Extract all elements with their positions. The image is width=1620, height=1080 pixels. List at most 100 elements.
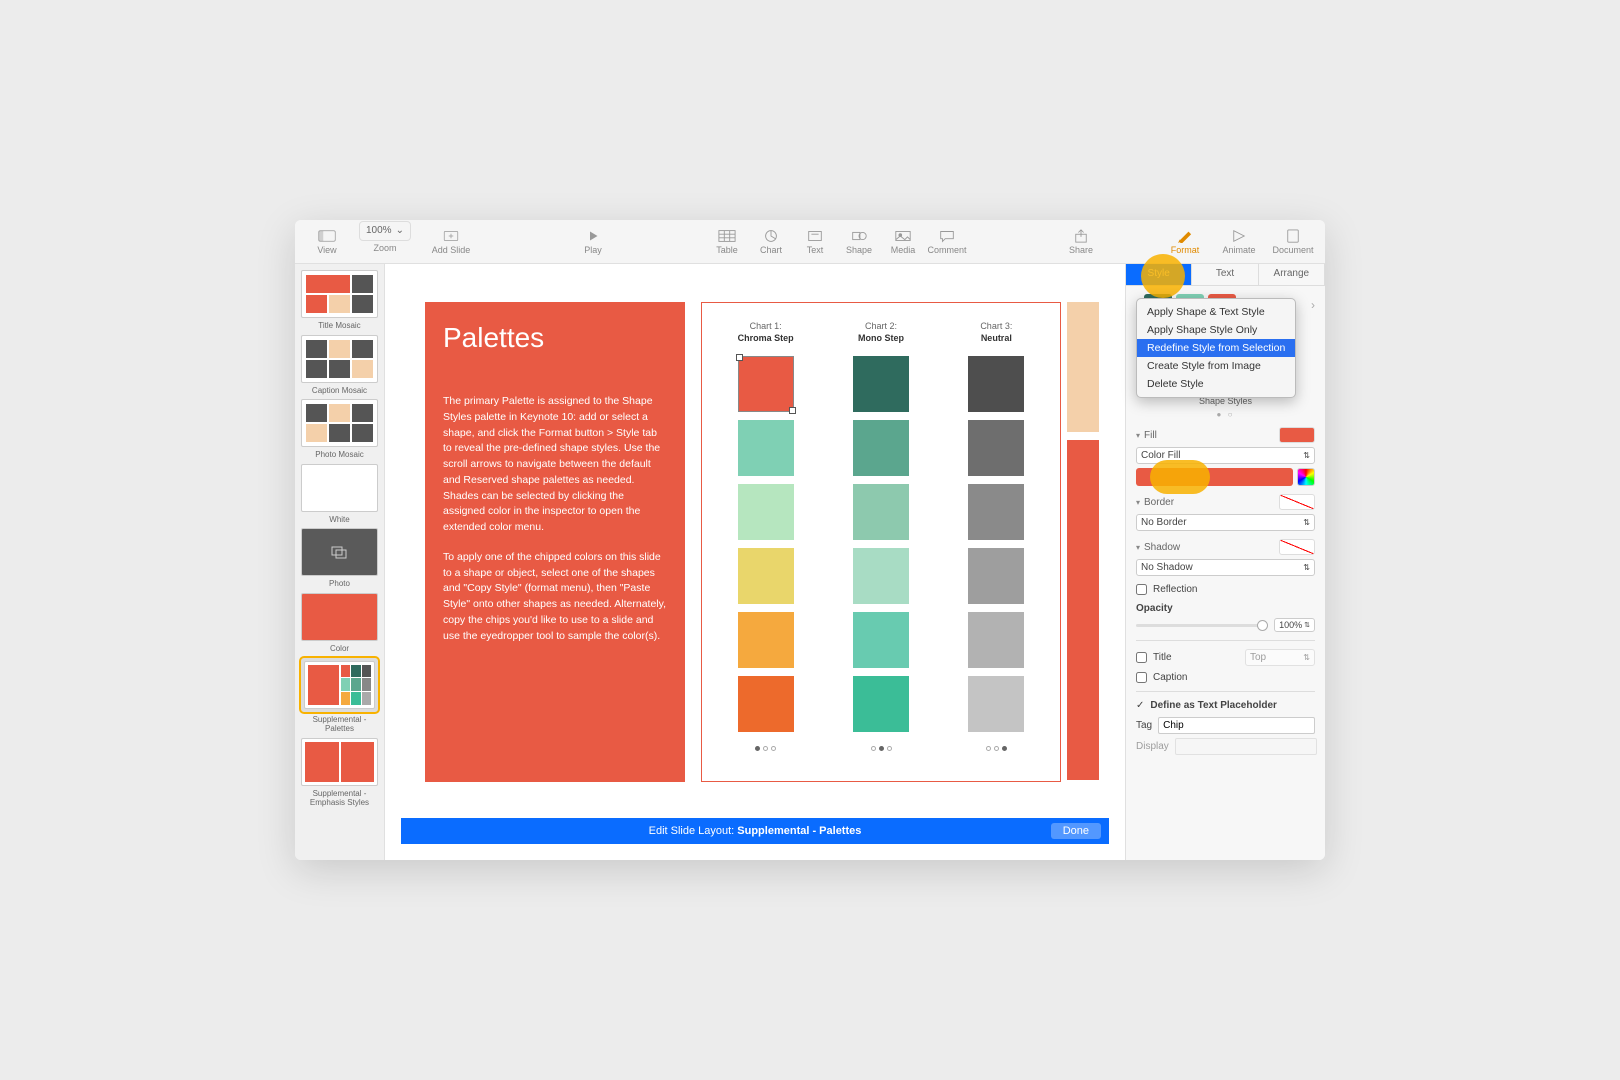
color-chip[interactable] <box>968 612 1024 668</box>
opacity-value-field[interactable]: 100%⇅ <box>1274 618 1315 632</box>
play-button[interactable]: Play <box>571 222 615 262</box>
reflection-checkbox[interactable] <box>1136 584 1147 595</box>
chart-header: Chart 3:Neutral <box>980 321 1012 344</box>
title-label: Title <box>1153 652 1172 663</box>
slide-thumb-title-mosaic[interactable]: Title Mosaic <box>301 270 378 331</box>
color-chip[interactable] <box>853 612 909 668</box>
chart-header: Chart 2:Mono Step <box>858 321 904 344</box>
slide-thumb-color[interactable]: Color <box>301 593 378 654</box>
tab-text[interactable]: Text <box>1192 264 1258 285</box>
table-button[interactable]: Table <box>705 222 749 262</box>
shadow-label: Shadow <box>1136 542 1180 553</box>
styles-next-arrow[interactable]: › <box>1311 298 1315 312</box>
shape-button[interactable]: Shape <box>837 222 881 262</box>
palette-chip-area: Chart 1:Chroma StepChart 2:Mono StepChar… <box>701 302 1061 782</box>
format-inspector: Style Text Arrange ‹ › Apply Shape & Tex… <box>1125 264 1325 860</box>
animate-label: Animate <box>1222 245 1255 255</box>
color-chip[interactable] <box>853 676 909 732</box>
slide-navigator[interactable]: Title Mosaic Caption Mosaic Photo Mosaic… <box>295 264 385 860</box>
view-button[interactable]: View <box>305 222 349 262</box>
zoom-label: Zoom <box>373 243 396 253</box>
placeholder-label: Define as Text Placeholder <box>1150 700 1277 711</box>
color-chip[interactable] <box>853 484 909 540</box>
thumb-label: White <box>301 515 378 525</box>
context-menu-item[interactable]: Apply Shape & Text Style <box>1137 303 1295 321</box>
color-chip[interactable] <box>853 548 909 604</box>
style-context-menu: Apply Shape & Text StyleApply Shape Styl… <box>1136 298 1296 398</box>
side-color-bar <box>1067 440 1099 780</box>
color-picker-icon[interactable] <box>1297 468 1315 486</box>
chevron-down-icon: ⌄ <box>396 225 404 236</box>
context-menu-item[interactable]: Redefine Style from Selection <box>1137 339 1295 357</box>
slide-paragraph-2: To apply one of the chipped colors on th… <box>443 550 667 645</box>
text-button[interactable]: Text <box>793 222 837 262</box>
reflection-label: Reflection <box>1153 584 1197 595</box>
color-chip[interactable] <box>738 612 794 668</box>
slide-thumb-supplemental-emphasis[interactable]: Supplemental - Emphasis Styles <box>301 738 378 808</box>
slide-thumb-caption-mosaic[interactable]: Caption Mosaic <box>301 335 378 396</box>
chevron-updown-icon: ⇅ <box>1303 563 1310 572</box>
color-chip[interactable] <box>968 420 1024 476</box>
play-label: Play <box>584 245 602 255</box>
chart-button[interactable]: Chart <box>749 222 793 262</box>
opacity-label: Opacity <box>1136 603 1315 614</box>
title-position-select[interactable]: Top⇅ <box>1245 649 1315 666</box>
color-chip[interactable] <box>968 356 1024 412</box>
chart-label: Chart <box>760 245 782 255</box>
color-chip[interactable] <box>738 548 794 604</box>
slide-thumb-photo[interactable]: Photo <box>301 528 378 589</box>
context-menu-item[interactable]: Apply Shape Style Only <box>1137 321 1295 339</box>
comment-label: Comment <box>927 245 966 255</box>
slide-thumb-supplemental-palettes[interactable]: Supplemental - Palettes <box>301 658 378 734</box>
display-input[interactable] <box>1175 738 1317 755</box>
chevron-updown-icon: ⇅ <box>1303 451 1310 460</box>
document-button[interactable]: Document <box>1271 222 1315 262</box>
color-chip[interactable] <box>968 484 1024 540</box>
fill-swatch[interactable] <box>1279 427 1315 443</box>
done-button[interactable]: Done <box>1051 823 1101 839</box>
add-slide-button[interactable]: Add Slide <box>421 222 481 262</box>
color-chip[interactable] <box>738 420 794 476</box>
color-chip[interactable] <box>738 676 794 732</box>
format-label: Format <box>1171 245 1200 255</box>
chart-dots <box>986 746 1007 751</box>
shadow-swatch[interactable] <box>1279 539 1315 555</box>
callout-colorwell-highlight <box>1150 460 1210 494</box>
chart-dots <box>755 746 776 751</box>
opacity-slider[interactable] <box>1136 624 1268 627</box>
context-menu-item[interactable]: Delete Style <box>1137 375 1295 393</box>
color-chip[interactable] <box>853 356 909 412</box>
thumb-label: Caption Mosaic <box>301 386 378 396</box>
context-menu-item[interactable]: Create Style from Image <box>1137 357 1295 375</box>
slide-thumb-photo-mosaic[interactable]: Photo Mosaic <box>301 399 378 460</box>
slide-thumb-white[interactable]: White <box>301 464 378 525</box>
border-value: No Border <box>1141 517 1187 528</box>
right-color-bars <box>1067 302 1099 788</box>
animate-button[interactable]: Animate <box>1217 222 1261 262</box>
color-chip[interactable] <box>853 420 909 476</box>
slide-canvas[interactable]: Palettes The primary Palette is assigned… <box>401 280 1109 818</box>
color-chip[interactable] <box>968 548 1024 604</box>
color-chip[interactable] <box>738 356 794 412</box>
color-chip[interactable] <box>968 676 1024 732</box>
media-button[interactable]: Media <box>881 222 925 262</box>
title-checkbox[interactable] <box>1136 652 1147 663</box>
slide-title: Palettes <box>443 322 667 354</box>
share-button[interactable]: Share <box>1059 222 1103 262</box>
tag-input[interactable] <box>1158 717 1315 734</box>
shadow-select[interactable]: No Shadow ⇅ <box>1136 559 1315 576</box>
shadow-value: No Shadow <box>1141 562 1193 573</box>
view-label: View <box>317 245 336 255</box>
color-chip[interactable] <box>738 484 794 540</box>
zoom-select[interactable]: 100% ⌄ <box>359 221 411 241</box>
comment-button[interactable]: Comment <box>925 222 969 262</box>
border-swatch[interactable] <box>1279 494 1315 510</box>
slide-canvas-area: Palettes The primary Palette is assigned… <box>385 264 1125 860</box>
share-label: Share <box>1069 245 1093 255</box>
callout-format-highlight <box>1141 254 1185 298</box>
caption-checkbox[interactable] <box>1136 672 1147 683</box>
tab-arrange[interactable]: Arrange <box>1259 264 1325 285</box>
border-select[interactable]: No Border ⇅ <box>1136 514 1315 531</box>
tag-label: Tag <box>1136 720 1152 731</box>
border-label: Border <box>1136 497 1174 508</box>
